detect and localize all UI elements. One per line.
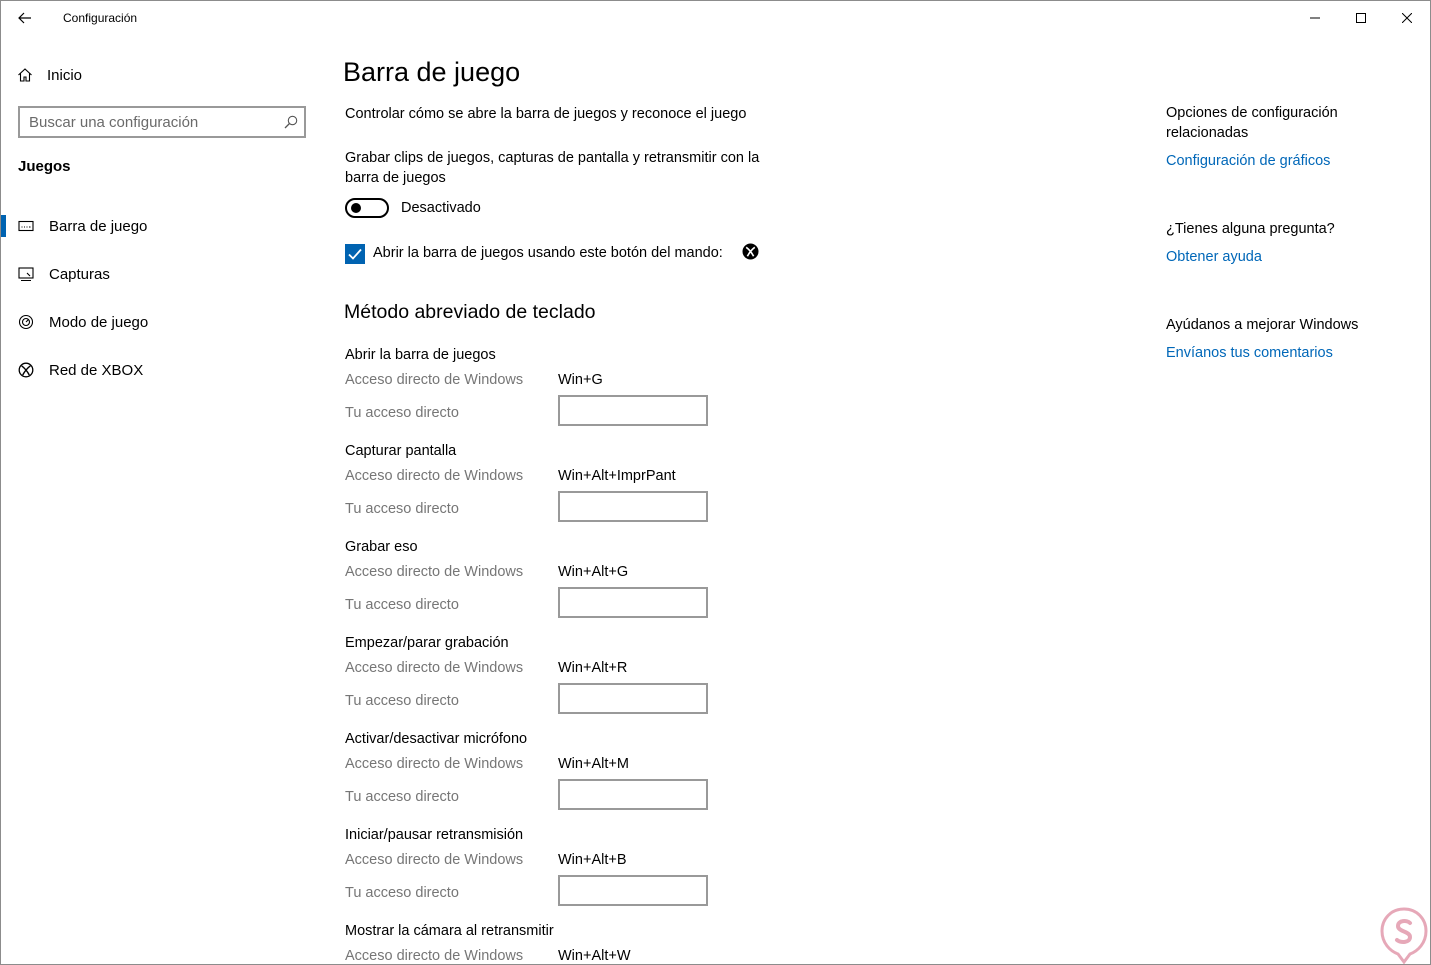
shortcut-name: Iniciar/pausar retransmisión [345,827,524,843]
close-button[interactable] [1384,1,1430,35]
minimize-button[interactable] [1292,1,1338,35]
page-title: Barra de juego [343,57,521,87]
windows-shortcut-label: Acceso directo de Windows [345,468,524,484]
home-nav-item[interactable]: Inicio [17,63,82,87]
sidebar-item-label: Modo de juego [49,313,149,331]
sidebar-section-title: Juegos [18,158,71,175]
game-bar-icon [18,218,34,234]
windows-shortcut-label: Acceso directo de Windows [345,660,524,676]
sidebar-item-captures[interactable]: Capturas [1,258,321,290]
improve-windows-heading: Ayúdanos a mejorar Windows [1166,317,1359,333]
record-setting-label-line1: Grabar clips de juegos, capturas de pant… [345,150,760,166]
toggle-knob [351,203,361,213]
your-shortcut-label: Tu acceso directo [345,789,459,805]
sidebar-item-label: Red de XBOX [49,361,144,379]
game-mode-icon [18,314,34,330]
sidebar-item-label: Barra de juego [49,217,148,235]
page-description: Controlar cómo se abre la barra de juego… [345,106,747,122]
your-shortcut-label: Tu acceso directo [345,597,459,613]
shortcut-name: Mostrar la cámara al retransmitir [345,923,554,939]
search-icon[interactable] [278,115,304,129]
settings-window: Configuración Inicio Juegos [0,0,1431,965]
shortcuts-heading: Método abreviado de teclado [344,301,596,323]
controller-button-checkbox[interactable] [345,244,365,264]
your-shortcut-label: Tu acceso directo [345,693,459,709]
home-label: Inicio [47,66,83,84]
title-bar: Configuración [1,1,1430,35]
your-shortcut-input[interactable] [558,875,708,906]
shortcut-name: Empezar/parar grabación [345,635,509,651]
windows-shortcut-value: Win+Alt+M [558,756,629,772]
search-box[interactable] [18,106,306,138]
your-shortcut-input[interactable] [558,779,708,810]
graphics-settings-link[interactable]: Configuración de gráficos [1166,153,1330,169]
shortcut-name: Activar/desactivar micrófono [345,731,528,747]
xbox-button-icon [742,243,759,260]
windows-shortcut-label: Acceso directo de Windows [345,948,524,964]
sidebar-item-game-bar[interactable]: Barra de juego [1,210,321,242]
toggle-state-label: Desactivado [401,200,481,216]
windows-shortcut-label: Acceso directo de Windows [345,564,524,580]
windows-shortcut-value: Win+Alt+R [558,660,628,676]
windows-shortcut-value: Win+G [558,372,603,388]
search-input[interactable] [20,112,278,132]
windows-shortcut-value: Win+Alt+G [558,564,629,580]
window-title: Configuración [63,11,138,25]
windows-shortcut-label: Acceso directo de Windows [345,756,524,772]
your-shortcut-input[interactable] [558,491,708,522]
windows-shortcut-label: Acceso directo de Windows [345,372,524,388]
your-shortcut-label: Tu acceso directo [345,501,459,517]
minimize-icon [1310,17,1320,19]
related-heading-line2: relacionadas [1166,125,1249,141]
shortcut-name: Abrir la barra de juegos [345,347,496,363]
get-help-link[interactable]: Obtener ayuda [1166,249,1262,265]
your-shortcut-input[interactable] [558,683,708,714]
captures-icon [18,266,34,282]
sidebar-item-label: Capturas [49,265,110,283]
your-shortcut-input[interactable] [558,395,708,426]
your-shortcut-input[interactable] [558,587,708,618]
close-icon [1402,13,1412,23]
question-heading: ¿Tienes alguna pregunta? [1166,221,1335,237]
maximize-button[interactable] [1338,1,1384,35]
sidebar-item-game-mode[interactable]: Modo de juego [1,306,321,338]
your-shortcut-label: Tu acceso directo [345,405,459,421]
send-feedback-link[interactable]: Envíanos tus comentarios [1166,345,1333,361]
windows-shortcut-value: Win+Alt+B [558,852,627,868]
back-button[interactable] [9,3,41,33]
shortcut-name: Capturar pantalla [345,443,457,459]
record-toggle[interactable] [345,198,389,218]
windows-shortcut-value: Win+Alt+W [558,948,631,964]
shortcut-name: Grabar eso [345,539,418,555]
windows-shortcut-value: Win+Alt+ImprPant [558,468,676,484]
record-setting-label-line2: barra de juegos [345,170,446,186]
related-heading-line1: Opciones de configuración [1166,105,1338,121]
xbox-icon [18,362,34,378]
checkbox-label: Abrir la barra de juegos usando este bot… [373,245,723,261]
sidebar-item-xbox-network[interactable]: Red de XBOX [1,354,321,386]
back-arrow-icon [18,12,31,24]
home-icon [18,68,32,82]
watermark-logo-icon [1380,907,1428,964]
checkmark-icon [348,248,362,260]
windows-shortcut-label: Acceso directo de Windows [345,852,524,868]
your-shortcut-label: Tu acceso directo [345,885,459,901]
maximize-icon [1356,13,1366,23]
